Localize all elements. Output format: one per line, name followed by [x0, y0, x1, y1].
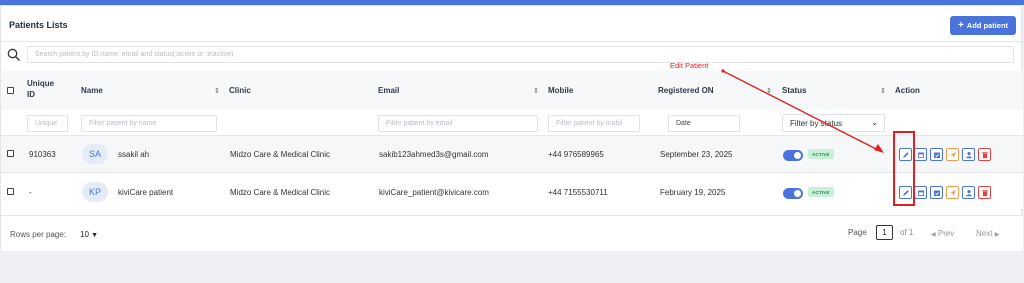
page-title: Patients Lists: [9, 20, 68, 30]
patients-card: Patients Lists + Add patient Search pati…: [0, 5, 1023, 251]
date-filter-placeholder: Date: [676, 120, 691, 127]
col-mobile[interactable]: Mobile: [548, 86, 573, 95]
avatar: SA: [82, 144, 108, 164]
send-icon: [949, 189, 956, 196]
page-number-input[interactable]: 1: [876, 225, 893, 240]
add-patient-button[interactable]: + Add patient: [950, 16, 1016, 35]
chevron-down-icon: ⌄: [871, 118, 878, 127]
add-patient-label: Add patient: [966, 21, 1009, 30]
user-icon: [965, 189, 972, 196]
encounter-button[interactable]: [930, 148, 943, 161]
avatar: KP: [82, 182, 108, 202]
name-filter[interactable]: Filter patient by name: [81, 115, 217, 132]
user-icon: [965, 151, 972, 158]
table-row: - KP kiviCare patient Midzo Care & Medic…: [1, 172, 1023, 209]
annotation-label: Edit Patient: [670, 61, 709, 70]
appointment-button[interactable]: [914, 148, 927, 161]
patient-clinic: Midzo Care & Medical Clinic: [230, 188, 331, 197]
email-filter-placeholder: Filter patient by email: [386, 120, 453, 127]
search-input[interactable]: Search patient by ID,name, email and sta…: [27, 46, 1014, 63]
caret-down-icon: ▼: [91, 232, 99, 239]
status-filter-select[interactable]: Filter by status ⌄: [782, 114, 885, 132]
send-icon: [949, 151, 956, 158]
calendar-icon: [917, 152, 924, 158]
search-placeholder: Search patient by ID,name, email and sta…: [35, 51, 234, 58]
prev-label: Prev: [937, 229, 955, 238]
sort-icon[interactable]: ⇕: [214, 87, 220, 95]
date-filter[interactable]: Date: [668, 115, 740, 132]
page-count: of 1: [900, 228, 914, 237]
trash-icon: [981, 151, 988, 158]
calendar-check-icon: [933, 190, 940, 196]
patient-mobile: +44 7155530711: [548, 188, 608, 197]
name-filter-placeholder: Filter patient by name: [89, 120, 157, 127]
unique-id-filter-placeholder: Unique: [35, 120, 58, 127]
edit-highlight-box: [893, 131, 915, 206]
patient-id: 910363: [29, 150, 56, 159]
patient-mobile: +44 976589965: [548, 150, 604, 159]
row-checkbox[interactable]: [7, 188, 14, 195]
chevron-left-icon: ◀: [931, 232, 936, 238]
plus-icon: +: [957, 19, 964, 31]
patient-email: sakib123ahmed3s@gmail.com: [379, 150, 489, 159]
encounter-button[interactable]: [930, 186, 943, 199]
col-clinic[interactable]: Clinic: [229, 86, 251, 95]
page-label: Page: [848, 228, 867, 237]
mobile-filter-placeholder: Filter patient by mobil: [556, 120, 623, 127]
patient-registered: February 19, 2025: [660, 188, 726, 197]
appointment-button[interactable]: [914, 186, 927, 199]
calendar-check-icon: [933, 152, 940, 158]
profile-button[interactable]: [962, 148, 975, 161]
status-toggle[interactable]: [783, 150, 803, 161]
col-unique-id[interactable]: Unique ID: [27, 78, 61, 100]
col-email[interactable]: Email: [378, 86, 399, 95]
delete-button[interactable]: [978, 148, 991, 161]
next-page-button[interactable]: Next ▶: [976, 229, 999, 238]
next-label: Next: [976, 229, 993, 238]
table-header: Unique ID Name ⇕ Clinic Email ⇕ Mobile R…: [1, 71, 1023, 110]
patient-registered: September 23, 2025: [660, 150, 733, 159]
status-filter-value: Filter by status: [790, 118, 843, 128]
profile-button[interactable]: [962, 186, 975, 199]
status-badge: ACTIVE: [808, 187, 834, 197]
calendar-icon: [917, 190, 924, 196]
trash-icon: [981, 189, 988, 196]
delete-button[interactable]: [978, 186, 991, 199]
rows-per-page-value: 10: [80, 230, 89, 239]
status-badge: ACTIVE: [808, 149, 834, 159]
prev-page-button[interactable]: ◀ Prev: [931, 229, 954, 238]
table-row: 910363 SA ssakil ah Midzo Care & Medical…: [1, 135, 1023, 172]
chevron-right-icon: ▶: [994, 232, 1000, 238]
select-all-checkbox[interactable]: [7, 87, 14, 94]
unique-id-filter[interactable]: Unique: [27, 115, 68, 132]
table-footer: Rows per page: 10 ▼ Page 1 of 1 ◀ Prev N…: [1, 215, 1023, 251]
filter-row: Unique Filter patient by name Filter pat…: [1, 110, 1023, 137]
status-toggle[interactable]: [783, 188, 803, 199]
divider: [1, 41, 1023, 42]
col-registered[interactable]: Registered ON: [658, 86, 714, 95]
search-icon: [7, 48, 20, 61]
patient-clinic: Midzo Care & Medical Clinic: [230, 150, 331, 159]
rows-per-page-select[interactable]: 10 ▼: [80, 230, 98, 239]
sort-icon[interactable]: ⇕: [766, 87, 772, 95]
sort-icon[interactable]: ⇕: [880, 87, 886, 95]
email-filter[interactable]: Filter patient by email: [378, 115, 538, 132]
patient-id: -: [29, 188, 32, 197]
col-name[interactable]: Name: [81, 86, 103, 95]
send-button[interactable]: [946, 186, 959, 199]
col-action: Action: [895, 86, 920, 95]
sort-icon[interactable]: ⇕: [533, 87, 539, 95]
patient-name[interactable]: kiviCare patient: [118, 188, 173, 197]
row-checkbox[interactable]: [7, 150, 14, 157]
patient-name[interactable]: ssakil ah: [118, 150, 149, 159]
col-status[interactable]: Status: [782, 86, 806, 95]
rows-per-page-label: Rows per page:: [10, 230, 67, 239]
patient-email: kiviCare_patient@kivicare.com: [379, 188, 489, 197]
mobile-filter[interactable]: Filter patient by mobil: [548, 115, 640, 132]
send-button[interactable]: [946, 148, 959, 161]
